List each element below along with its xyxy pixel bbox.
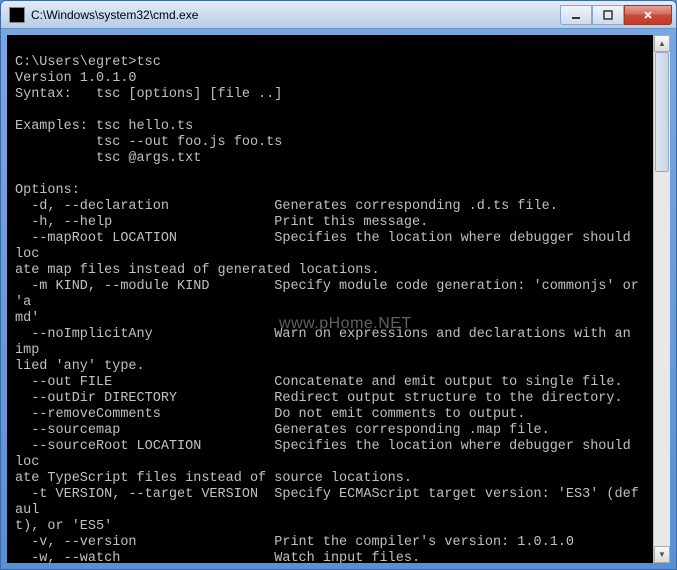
close-button[interactable] (624, 5, 672, 25)
minimize-button[interactable] (560, 5, 592, 25)
window-title: C:\Windows\system32\cmd.exe (31, 8, 560, 22)
titlebar[interactable]: C:\Windows\system32\cmd.exe (1, 1, 676, 29)
vertical-scrollbar[interactable]: ▲ ▼ (653, 35, 670, 563)
scroll-thumb[interactable] (655, 52, 669, 172)
terminal-output[interactable]: C:\Users\egret>tsc Version 1.0.1.0 Synta… (7, 35, 653, 563)
scroll-down-button[interactable]: ▼ (654, 546, 670, 563)
maximize-button[interactable] (592, 5, 624, 25)
close-icon (642, 9, 654, 21)
app-icon (9, 7, 25, 23)
minimize-icon (570, 9, 582, 21)
maximize-icon (602, 9, 614, 21)
client-area: C:\Users\egret>tsc Version 1.0.1.0 Synta… (7, 35, 670, 563)
scroll-track[interactable] (654, 52, 670, 546)
window-controls (560, 5, 672, 25)
cmd-window: C:\Windows\system32\cmd.exe C:\Users\egr… (0, 0, 677, 570)
scroll-up-button[interactable]: ▲ (654, 35, 670, 52)
